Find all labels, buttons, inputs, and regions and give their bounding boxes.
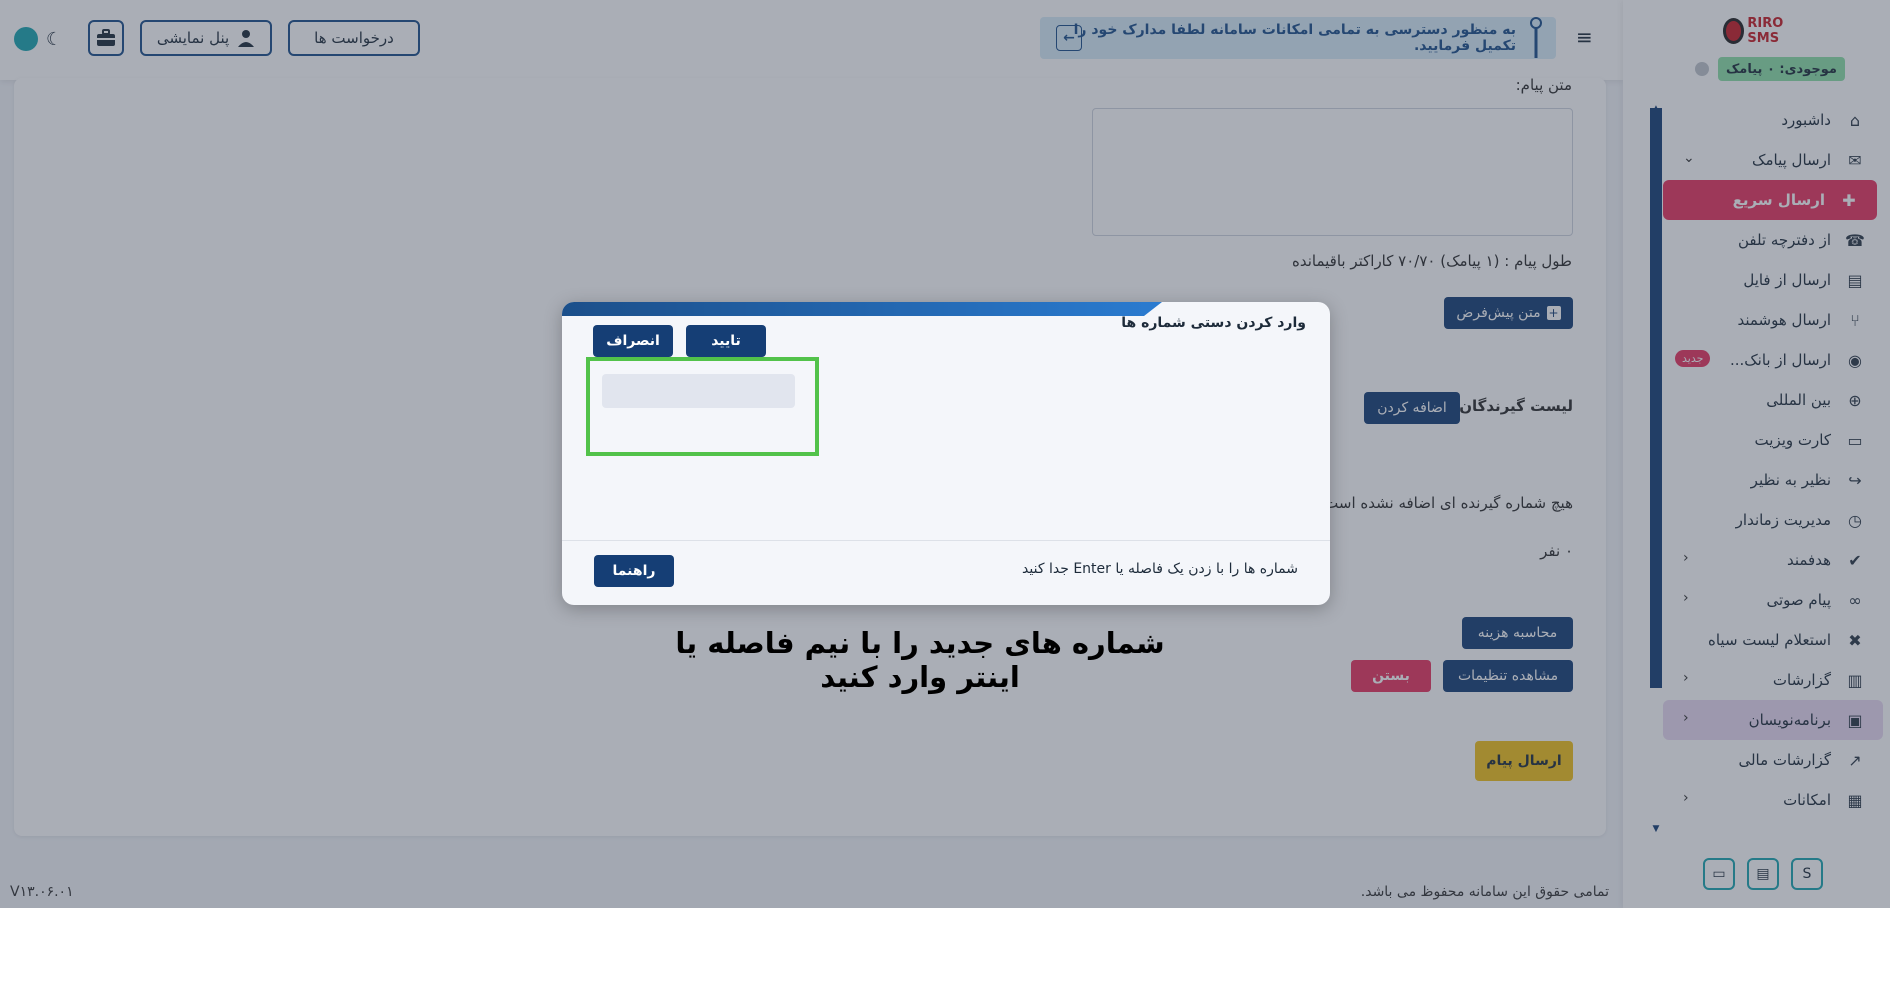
confirm-button[interactable]: تایید bbox=[686, 325, 766, 357]
modal-hint: شماره ها را با زدن یک فاصله یا Enter جدا… bbox=[1022, 561, 1298, 577]
phone-numbers-input[interactable] bbox=[602, 374, 795, 408]
app-window: ☾ پنل نمایشی درخواست ها ← به منظور دسترس… bbox=[0, 0, 1890, 908]
modal-accent-bar bbox=[562, 302, 1162, 316]
manual-numbers-modal: وارد کردن دستی شماره ها انصراف تایید شما… bbox=[562, 302, 1330, 605]
blank-area bbox=[0, 908, 1890, 1005]
cancel-button[interactable]: انصراف bbox=[593, 325, 673, 357]
modal-title: وارد کردن دستی شماره ها bbox=[1121, 315, 1306, 331]
modal-divider bbox=[562, 540, 1330, 541]
help-button[interactable]: راهنما bbox=[594, 555, 674, 587]
instruction-caption: شماره های جدید را با نیم فاصله یا اینتر … bbox=[675, 626, 1165, 694]
